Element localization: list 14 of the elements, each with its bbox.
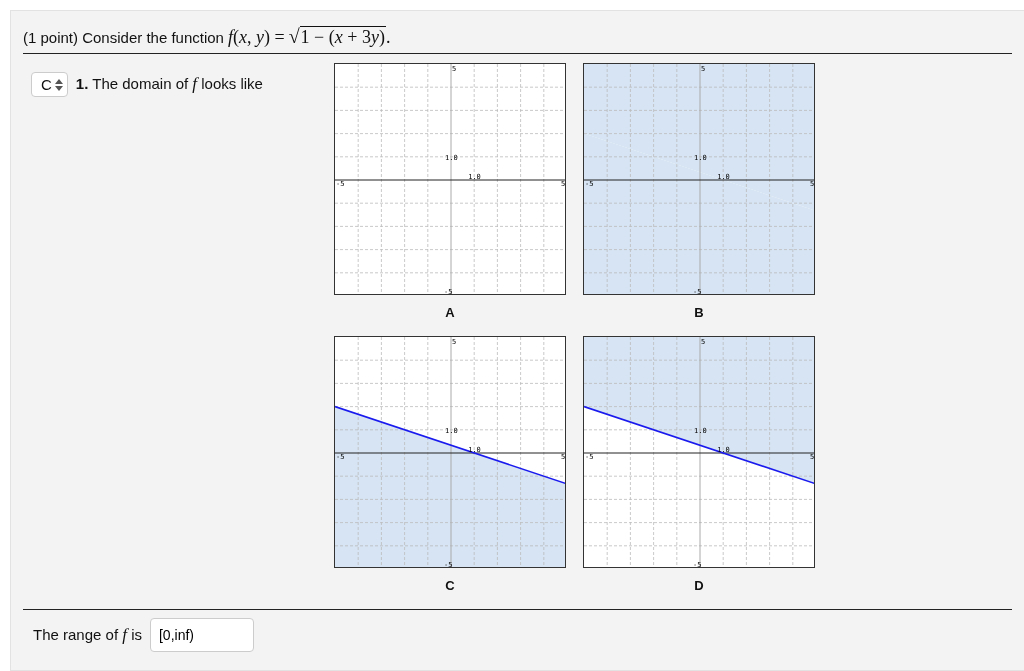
option-label: C <box>445 577 455 595</box>
problem-intro: (1 point) Consider the function <box>23 29 224 46</box>
option-label: B <box>694 304 704 322</box>
range-label: The range of f is <box>33 625 142 645</box>
radicand: 1 − (x + 3y) <box>299 26 386 48</box>
range-input[interactable]: [0,inf) <box>149 618 254 652</box>
option-label: A <box>445 304 455 322</box>
radical-sign: √ <box>288 25 300 48</box>
formula-lhs: f(x, y) = <box>227 27 285 48</box>
up-down-arrows-icon <box>54 78 63 91</box>
option-label: D <box>694 577 704 595</box>
formula-period: . <box>385 27 391 48</box>
question-text: 1. The domain of f looks like <box>75 73 263 95</box>
answer-select[interactable]: C <box>31 72 68 97</box>
